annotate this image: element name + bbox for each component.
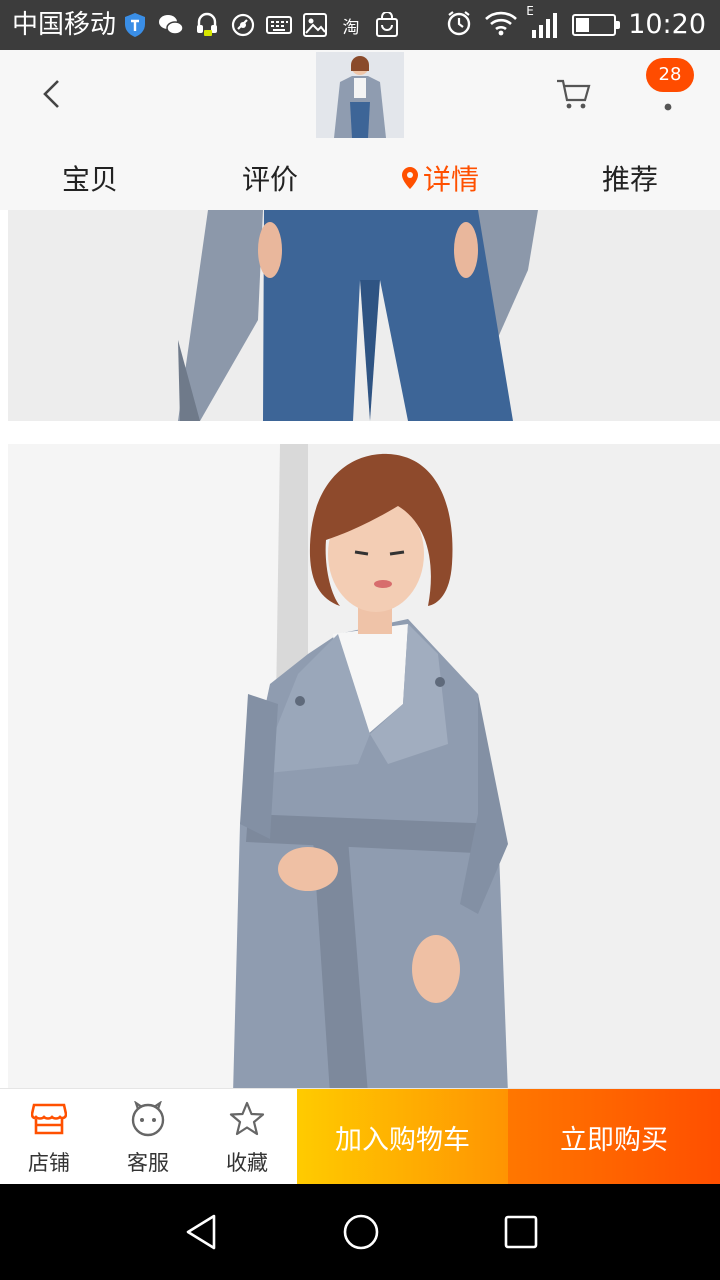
detail-image-1 — [8, 210, 720, 421]
buy-now-label: 立即购买 — [560, 1124, 668, 1156]
add-to-cart-button[interactable]: 加入购物车 — [297, 1089, 508, 1185]
favorite-button[interactable]: 收藏 — [198, 1089, 296, 1185]
tab-recommend[interactable]: 推荐 — [570, 146, 690, 210]
tab-label: 宝贝 — [61, 163, 118, 196]
customer-service-button[interactable]: 客服 — [99, 1089, 197, 1185]
wechat-icon — [158, 12, 184, 38]
battery-level — [576, 18, 589, 32]
tab-reviews[interactable]: 评价 — [210, 146, 330, 210]
tab-details[interactable]: 详情 — [380, 146, 500, 210]
add-to-cart-label: 加入购物车 — [335, 1124, 470, 1156]
section-tabs: 宝贝 评价 详情 推荐 — [0, 146, 720, 210]
shop-button[interactable]: 店铺 — [0, 1089, 98, 1185]
more-icon — [664, 103, 672, 111]
product-thumbnail[interactable] — [316, 52, 404, 138]
notification-icons: 淘 — [122, 9, 400, 41]
favorite-label: 收藏 — [226, 1151, 268, 1175]
tab-label: 详情 — [422, 163, 479, 196]
shield-icon — [122, 12, 148, 38]
location-pin-icon — [401, 167, 418, 189]
shopping-bag-icon — [374, 12, 400, 38]
product-header: 28 宝贝 评价 详情 推荐 — [0, 50, 720, 210]
back-button[interactable] — [32, 74, 72, 114]
battery-icon — [572, 14, 621, 36]
service-face-icon — [131, 1101, 165, 1137]
chevron-left-icon — [43, 80, 59, 108]
detail-image-2 — [8, 444, 720, 1088]
carrier-name: 中国移动 — [12, 10, 117, 40]
network-type: E — [526, 4, 534, 18]
wifi-icon — [484, 10, 518, 40]
status-bar: 中国移动 淘 E 10:20 — [0, 0, 720, 50]
buy-now-button[interactable]: 立即购买 — [508, 1089, 720, 1185]
taobao-icon: 淘 — [342, 17, 360, 38]
tab-label: 推荐 — [601, 163, 658, 196]
keyboard-icon — [266, 12, 292, 38]
tab-label: 评价 — [241, 163, 298, 196]
bottom-action-bar: 店铺 客服 收藏 加入购物车 立即购买 — [0, 1088, 720, 1185]
star-icon — [229, 1101, 265, 1136]
more-button[interactable] — [650, 88, 686, 118]
product-details[interactable]: 顶部 — [0, 210, 720, 1088]
cart-count-badge: 28 — [646, 58, 694, 92]
cart-button[interactable] — [554, 76, 592, 112]
nav-home-icon[interactable] — [341, 1212, 381, 1252]
nav-recents-icon[interactable] — [501, 1212, 541, 1252]
headset-icon — [194, 12, 220, 38]
clock: 10:20 — [628, 9, 706, 40]
alarm-icon — [446, 10, 472, 40]
shop-label: 店铺 — [28, 1151, 70, 1175]
image-icon — [302, 12, 328, 38]
store-icon — [31, 1103, 67, 1135]
system-navigation-bar — [0, 1184, 720, 1280]
service-label: 客服 — [127, 1151, 169, 1175]
system-indicators: E 10:20 — [446, 4, 706, 44]
tab-product[interactable]: 宝贝 — [30, 146, 150, 210]
signal-icon: E — [526, 4, 560, 40]
cart-icon — [557, 79, 591, 109]
nav-back-icon[interactable] — [182, 1212, 222, 1252]
speed-icon — [230, 12, 256, 38]
